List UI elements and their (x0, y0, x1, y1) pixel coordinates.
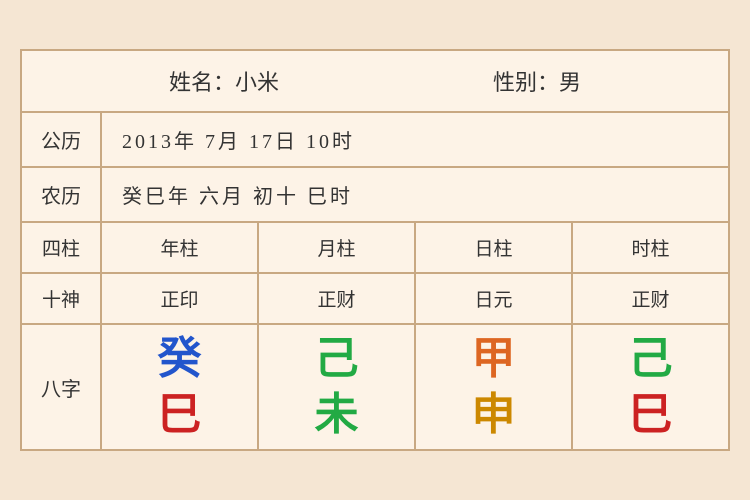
bazi-year-bottom: 巳 (158, 391, 202, 439)
solar-label: 公历 (22, 113, 102, 166)
bazi-month-bottom: 未 (315, 391, 359, 439)
bazi-row: 八字 癸 巳 己 未 甲 申 己 巳 (22, 325, 728, 450)
bazi-day-top: 甲 (472, 335, 516, 383)
lunar-value: 癸巳年 六月 初十 巳时 (102, 168, 728, 221)
lunar-row: 农历 癸巳年 六月 初十 巳时 (22, 168, 728, 223)
col-header-sizhu: 四柱 (22, 223, 102, 272)
lunar-label: 农历 (22, 168, 102, 221)
shishen-yue: 正财 (259, 274, 416, 323)
shishen-nian: 正印 (102, 274, 259, 323)
bazi-year-top: 癸 (158, 335, 202, 383)
col-header-shizhu: 时柱 (573, 223, 728, 272)
bazi-hour-top: 己 (629, 335, 673, 383)
bazi-hour-cell: 己 巳 (573, 325, 728, 450)
main-container: 姓名：小米 性别：男 公历 2013年 7月 17日 10时 农历 癸巳年 六月… (20, 49, 730, 452)
shishen-ri: 日元 (416, 274, 573, 323)
col-header-nianzhu: 年柱 (102, 223, 259, 272)
solar-value: 2013年 7月 17日 10时 (102, 113, 728, 166)
shishen-shi: 正财 (573, 274, 728, 323)
header-row: 姓名：小米 性别：男 (22, 51, 728, 113)
gender-label: 性别：男 (493, 65, 581, 97)
col-header-yuezhu: 月柱 (259, 223, 416, 272)
bazi-month-top: 己 (315, 335, 359, 383)
bazi-month-cell: 己 未 (259, 325, 416, 450)
column-headers-row: 四柱 年柱 月柱 日柱 时柱 (22, 223, 728, 274)
shishen-row: 十神 正印 正财 日元 正财 (22, 274, 728, 325)
shishen-label: 十神 (22, 274, 102, 323)
bazi-label: 八字 (22, 325, 102, 450)
bazi-day-cell: 甲 申 (416, 325, 573, 450)
solar-row: 公历 2013年 7月 17日 10时 (22, 113, 728, 168)
name-label: 姓名：小米 (169, 65, 279, 97)
col-header-rizhu: 日柱 (416, 223, 573, 272)
bazi-day-bottom: 申 (472, 391, 516, 439)
bazi-year-cell: 癸 巳 (102, 325, 259, 450)
bazi-hour-bottom: 巳 (629, 391, 673, 439)
